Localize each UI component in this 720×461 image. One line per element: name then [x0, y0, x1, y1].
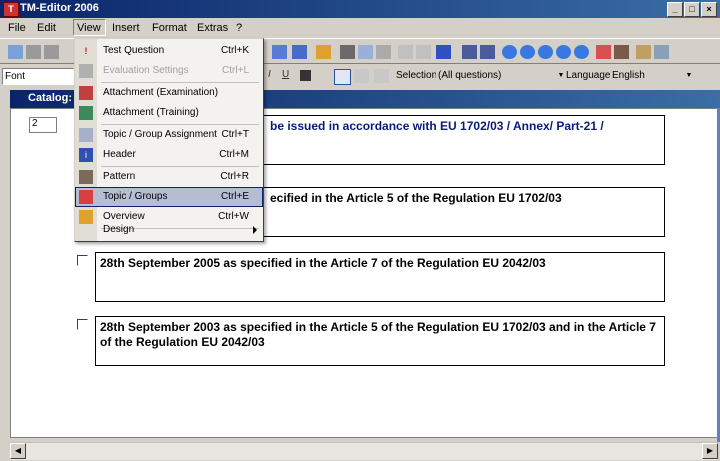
- answer-text-3: 28th September 2005 as specified in the …: [100, 256, 546, 270]
- jump-icon[interactable]: [574, 45, 589, 59]
- font-label: Font: [5, 71, 26, 82]
- previous-icon[interactable]: [520, 45, 535, 59]
- title-bar: T TM-Editor 2006 _ □ ×: [0, 0, 720, 18]
- frame-icon[interactable]: [316, 45, 331, 59]
- menu-help[interactable]: ?: [236, 22, 242, 34]
- menu-item-shortcut: Ctrl+K: [220, 45, 249, 56]
- table-icon[interactable]: [292, 45, 307, 59]
- menu-item-pattern[interactable]: Pattern Ctrl+R: [75, 167, 263, 187]
- columns-icon[interactable]: [436, 45, 451, 59]
- view-menu: ! Test Question Ctrl+K Evaluation Settin…: [74, 38, 264, 242]
- menu-item-shortcut: Ctrl+R: [220, 171, 249, 182]
- selection-select[interactable]: (All questions) ▼: [436, 68, 568, 85]
- question-icon: !: [84, 46, 88, 56]
- answer-box-4[interactable]: 28th September 2003 as specified in the …: [95, 316, 665, 366]
- menu-item-attachment-examination[interactable]: Attachment (Examination): [75, 83, 263, 103]
- answer-text-4: 28th September 2003 as specified in the …: [100, 320, 656, 349]
- settings-icon: [79, 64, 93, 78]
- align-left-icon[interactable]: [334, 69, 351, 85]
- scroll-right-icon[interactable]: ▶: [702, 443, 718, 459]
- paste-icon[interactable]: [376, 45, 391, 59]
- print-icon[interactable]: [26, 45, 41, 59]
- answer-box-3[interactable]: 28th September 2005 as specified in the …: [95, 252, 665, 302]
- menu-item-label: Pattern: [103, 171, 136, 182]
- list-icon[interactable]: [272, 45, 287, 59]
- menu-item-header[interactable]: i Header Ctrl+M: [75, 145, 263, 165]
- align-right-icon[interactable]: [374, 69, 389, 83]
- info-icon[interactable]: [654, 45, 669, 59]
- selection-label: Selection: [396, 70, 438, 81]
- menu-item-label: Attachment (Training): [103, 107, 199, 118]
- align-center-icon[interactable]: [354, 69, 369, 83]
- menu-item-shortcut: Ctrl+M: [219, 149, 249, 160]
- find-next-icon[interactable]: [480, 45, 495, 59]
- groups-icon: [79, 190, 93, 204]
- menu-item-label: Evaluation Settings: [103, 65, 189, 76]
- menu-file[interactable]: File: [8, 22, 26, 34]
- menu-bar: File Edit View Insert Format Extras ?: [0, 18, 720, 38]
- catalog-title: Catalog:: [28, 92, 72, 104]
- font-select[interactable]: Font: [2, 68, 74, 85]
- color-icon[interactable]: [300, 70, 311, 81]
- menu-item-label: Topic / Groups: [103, 191, 168, 202]
- underline-icon[interactable]: U: [282, 69, 297, 83]
- menu-item-attachment-training[interactable]: Attachment (Training): [75, 103, 263, 123]
- submenu-arrow-icon: [253, 226, 257, 234]
- find-icon[interactable]: [462, 45, 477, 59]
- header-icon: i: [79, 148, 93, 162]
- next-icon[interactable]: [538, 45, 553, 59]
- menu-item-label: Header: [103, 149, 136, 160]
- copy-icon[interactable]: [358, 45, 373, 59]
- answer-checkbox-3[interactable]: [77, 255, 88, 266]
- save-icon[interactable]: [44, 45, 59, 59]
- cut-icon[interactable]: [340, 45, 355, 59]
- menu-item-label: Design: [103, 224, 135, 235]
- new-icon[interactable]: [8, 45, 23, 59]
- menu-item-shortcut: Ctrl+L: [222, 65, 249, 76]
- last-icon[interactable]: [556, 45, 571, 59]
- indent-icon[interactable]: [398, 45, 413, 59]
- menu-view[interactable]: View: [73, 19, 106, 36]
- menu-item-label: Attachment (Examination): [103, 87, 219, 98]
- assignment-icon: [79, 128, 93, 142]
- menu-item-shortcut: Ctrl+T: [221, 129, 250, 140]
- menu-item-test-question[interactable]: ! Test Question Ctrl+K: [75, 41, 263, 61]
- window-title: TM-Editor 2006: [20, 2, 99, 14]
- book-icon: [79, 86, 93, 100]
- catalog-icon[interactable]: [596, 45, 611, 59]
- menu-item-evaluation-settings[interactable]: Evaluation Settings Ctrl+L: [75, 61, 263, 81]
- language-label: Language: [566, 70, 611, 81]
- app-icon: T: [3, 2, 19, 17]
- first-icon[interactable]: [502, 45, 517, 59]
- menu-item-shortcut: Ctrl+E: [220, 191, 249, 202]
- close-button[interactable]: ×: [701, 2, 717, 17]
- menu-item-design[interactable]: Design: [75, 220, 263, 240]
- minimize-button[interactable]: _: [667, 2, 683, 17]
- attachment-icon[interactable]: [614, 45, 629, 59]
- pattern-icon: [79, 170, 93, 184]
- move-up-icon[interactable]: [416, 45, 431, 59]
- menu-item-label: Test Question: [103, 45, 165, 56]
- selection-value: (All questions): [438, 70, 502, 81]
- language-value: English: [612, 70, 645, 81]
- scroll-left-icon[interactable]: ◀: [10, 443, 26, 459]
- book-green-icon: [79, 106, 93, 120]
- help-icon[interactable]: [636, 45, 651, 59]
- question-number-field[interactable]: 2: [29, 117, 57, 133]
- menu-edit[interactable]: Edit: [37, 22, 56, 34]
- italic-icon[interactable]: I: [268, 69, 283, 83]
- menu-item-topic-group-assignment[interactable]: Topic / Group Assignment Ctrl+T: [75, 125, 263, 145]
- chevron-down-icon: ▼: [682, 68, 696, 83]
- horizontal-scrollbar[interactable]: ◀ ▶: [10, 442, 718, 460]
- language-select[interactable]: English ▼: [610, 68, 696, 85]
- menu-format[interactable]: Format: [152, 22, 187, 34]
- menu-insert[interactable]: Insert: [112, 22, 140, 34]
- answer-checkbox-4[interactable]: [77, 319, 88, 330]
- menu-item-label: Topic / Group Assignment: [103, 129, 217, 140]
- maximize-button[interactable]: □: [684, 2, 700, 17]
- menu-extras[interactable]: Extras: [197, 22, 228, 34]
- menu-item-topic-groups[interactable]: Topic / Groups Ctrl+E: [75, 187, 263, 207]
